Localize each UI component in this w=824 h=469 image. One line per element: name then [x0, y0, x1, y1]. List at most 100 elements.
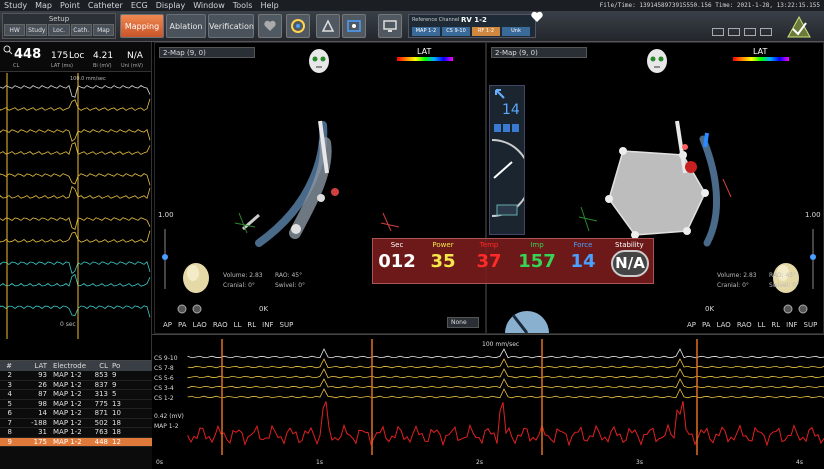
table-row[interactable]: 3 26 MAP 1-2 837 9 — [0, 381, 152, 390]
view-pa-button[interactable]: PA — [702, 321, 711, 329]
monitor-icon — [383, 20, 397, 32]
map-view-right[interactable]: 2-Map (9, 0) LAT 14 1.00 Volume: 2.83 RA… — [486, 42, 824, 334]
view-sup-button[interactable]: SUP — [280, 321, 294, 329]
zoom-slider[interactable] — [809, 229, 817, 289]
restore-icon[interactable] — [728, 28, 740, 36]
col-po[interactable]: Po — [112, 361, 152, 371]
target-button[interactable] — [286, 14, 310, 38]
view-rl-button[interactable]: RL — [247, 321, 256, 329]
monitor-button[interactable] — [378, 14, 402, 38]
map-select-dropdown[interactable]: 2-Map (9, 0) — [491, 47, 587, 58]
view-rl-button[interactable]: RL — [771, 321, 780, 329]
col-cl[interactable]: CL — [84, 361, 112, 371]
catheter-view-fan-icon[interactable] — [487, 293, 569, 333]
check-triangle-icon[interactable] — [786, 15, 812, 39]
view-ll-button[interactable]: LL — [758, 321, 766, 329]
menu-help[interactable]: Help — [256, 1, 282, 10]
col-number[interactable]: # — [0, 361, 14, 371]
scale-label: 1.00 — [805, 211, 821, 219]
menu-study[interactable]: Study — [0, 1, 31, 10]
tab-verification[interactable]: Verification — [208, 14, 254, 38]
zoom-slider[interactable] — [161, 229, 169, 289]
loc-value: 175 — [51, 51, 69, 61]
window-button[interactable] — [342, 14, 366, 38]
trace-label-cs78[interactable]: CS 7-8 — [154, 365, 174, 372]
table-row[interactable]: 4 87 MAP 1-2 313 5 — [0, 390, 152, 400]
reference-cell[interactable]: Unk — [502, 27, 530, 36]
ecg-time-label: 0 sec — [60, 321, 76, 328]
menu-window[interactable]: Window — [189, 1, 229, 10]
table-cell-lat: 14 — [38, 409, 47, 417]
view-rao-button[interactable]: RAO — [737, 321, 752, 329]
ablation-tip-icon[interactable] — [495, 203, 519, 217]
menu-catheter[interactable]: Catheter — [84, 1, 127, 10]
setup-tab-loc[interactable]: Loc. — [48, 24, 70, 36]
table-cell-cl: 775 — [94, 399, 108, 408]
view-rao-button[interactable]: RAO — [213, 321, 228, 329]
trace-label-cs56[interactable]: CS 5-6 — [154, 375, 174, 382]
view-pa-button[interactable]: PA — [178, 321, 187, 329]
menu-point[interactable]: Point — [56, 1, 84, 10]
trace-label-cs910[interactable]: CS 9-10 — [154, 355, 178, 362]
ecg-scale-label: 100.0 mm/sec — [70, 76, 106, 82]
map-select-dropdown[interactable]: 2-Map (9, 0) — [159, 47, 255, 58]
view-ap-button[interactable]: AP — [163, 321, 172, 329]
tab-ablation[interactable]: Ablation — [166, 14, 206, 38]
reference-cell[interactable]: RF 1-2 — [472, 27, 500, 36]
view-sup-button[interactable]: SUP — [804, 321, 818, 329]
table-row[interactable]: 8 31 MAP 1-2 763 18 — [0, 428, 152, 438]
view-ap-button[interactable]: AP — [687, 321, 696, 329]
setup-tabs: HW Study Loc. Cath. Map — [3, 24, 115, 36]
trace-label-cs34[interactable]: CS 3-4 — [154, 385, 174, 392]
table-row[interactable]: 6 14 MAP 1-2 871 10 — [0, 409, 152, 419]
minimize-icon[interactable] — [712, 28, 724, 36]
trace-label-cs12[interactable]: CS 1-2 — [154, 395, 174, 402]
table-row[interactable]: 7 -188 MAP 1-2 502 18 — [0, 418, 152, 428]
setup-tab-study[interactable]: Study — [26, 24, 48, 36]
zoom-icon[interactable] — [3, 45, 13, 55]
tab-mapping[interactable]: Mapping — [120, 14, 164, 38]
reference-value[interactable]: RV 1-2 — [461, 16, 487, 24]
setup-tab-hw[interactable]: HW — [4, 24, 26, 36]
table-row[interactable]: 5 98 MAP 1-2 775 13 — [0, 399, 152, 409]
view-lao-button[interactable]: LAO — [717, 321, 731, 329]
col-lat[interactable]: LAT — [14, 361, 50, 371]
table-row[interactable]: 2 93 MAP 1-2 853 9 — [0, 371, 152, 381]
reference-cells: MAP 1-2 CS 9-10 RF 1-2 Unk — [412, 27, 530, 36]
trace-label-amplitude: 0.42 (mV) — [154, 413, 184, 420]
none-dropdown[interactable]: None — [447, 317, 479, 328]
heart-plus-icon[interactable] — [530, 11, 544, 23]
menu-display[interactable]: Display — [152, 1, 190, 10]
heart-plus-button[interactable] — [258, 14, 282, 38]
table-cell-lat: 87 — [38, 390, 47, 398]
table-row[interactable]: 9 175 MAP 1-2 448 12 — [0, 437, 152, 447]
col-electrode[interactable]: Electrode — [50, 361, 86, 371]
menu-ecg[interactable]: ECG — [127, 1, 152, 10]
target-icon — [291, 19, 305, 33]
lat-colorbar-label: LAT — [417, 47, 432, 56]
imp-label: Imp — [530, 241, 544, 249]
ecg-trace-area[interactable]: 100.0 mm/sec 0 sec — [0, 73, 152, 339]
table-cell-n: 7 — [7, 418, 12, 427]
setup-tab-cath[interactable]: Cath. — [70, 24, 92, 36]
menu-tools[interactable]: Tools — [229, 1, 257, 10]
setup-tab-map[interactable]: Map — [92, 24, 115, 36]
reference-cell[interactable]: MAP 1-2 — [412, 27, 440, 36]
view-inf-button[interactable]: INF — [786, 321, 797, 329]
alarm-button[interactable] — [316, 14, 340, 38]
view-lao-button[interactable]: LAO — [193, 321, 207, 329]
intracardiac-traces[interactable]: 100 mm/sec CS 9-10 CS 7-8 CS 5-6 CS 3-4 … — [152, 334, 824, 469]
menu-map[interactable]: Map — [31, 1, 56, 10]
tile-icon[interactable] — [744, 28, 756, 36]
cs-trace-line — [187, 388, 824, 399]
arrow-up-left-icon[interactable] — [494, 88, 506, 100]
reference-cell[interactable]: CS 9-10 — [442, 27, 470, 36]
layout-icon[interactable] — [760, 28, 772, 36]
trace-label-map12[interactable]: MAP 1-2 — [154, 423, 179, 430]
rotate-controls-icon[interactable] — [177, 303, 207, 315]
view-inf-button[interactable]: INF — [262, 321, 273, 329]
rotate-controls-icon[interactable] — [783, 303, 813, 315]
view-ll-button[interactable]: LL — [234, 321, 242, 329]
table-cell-n: 8 — [7, 428, 12, 436]
map-view-left[interactable]: 2-Map (9, 0) LAT 1.00 Volume: 2.83 RAO: … — [154, 42, 486, 334]
